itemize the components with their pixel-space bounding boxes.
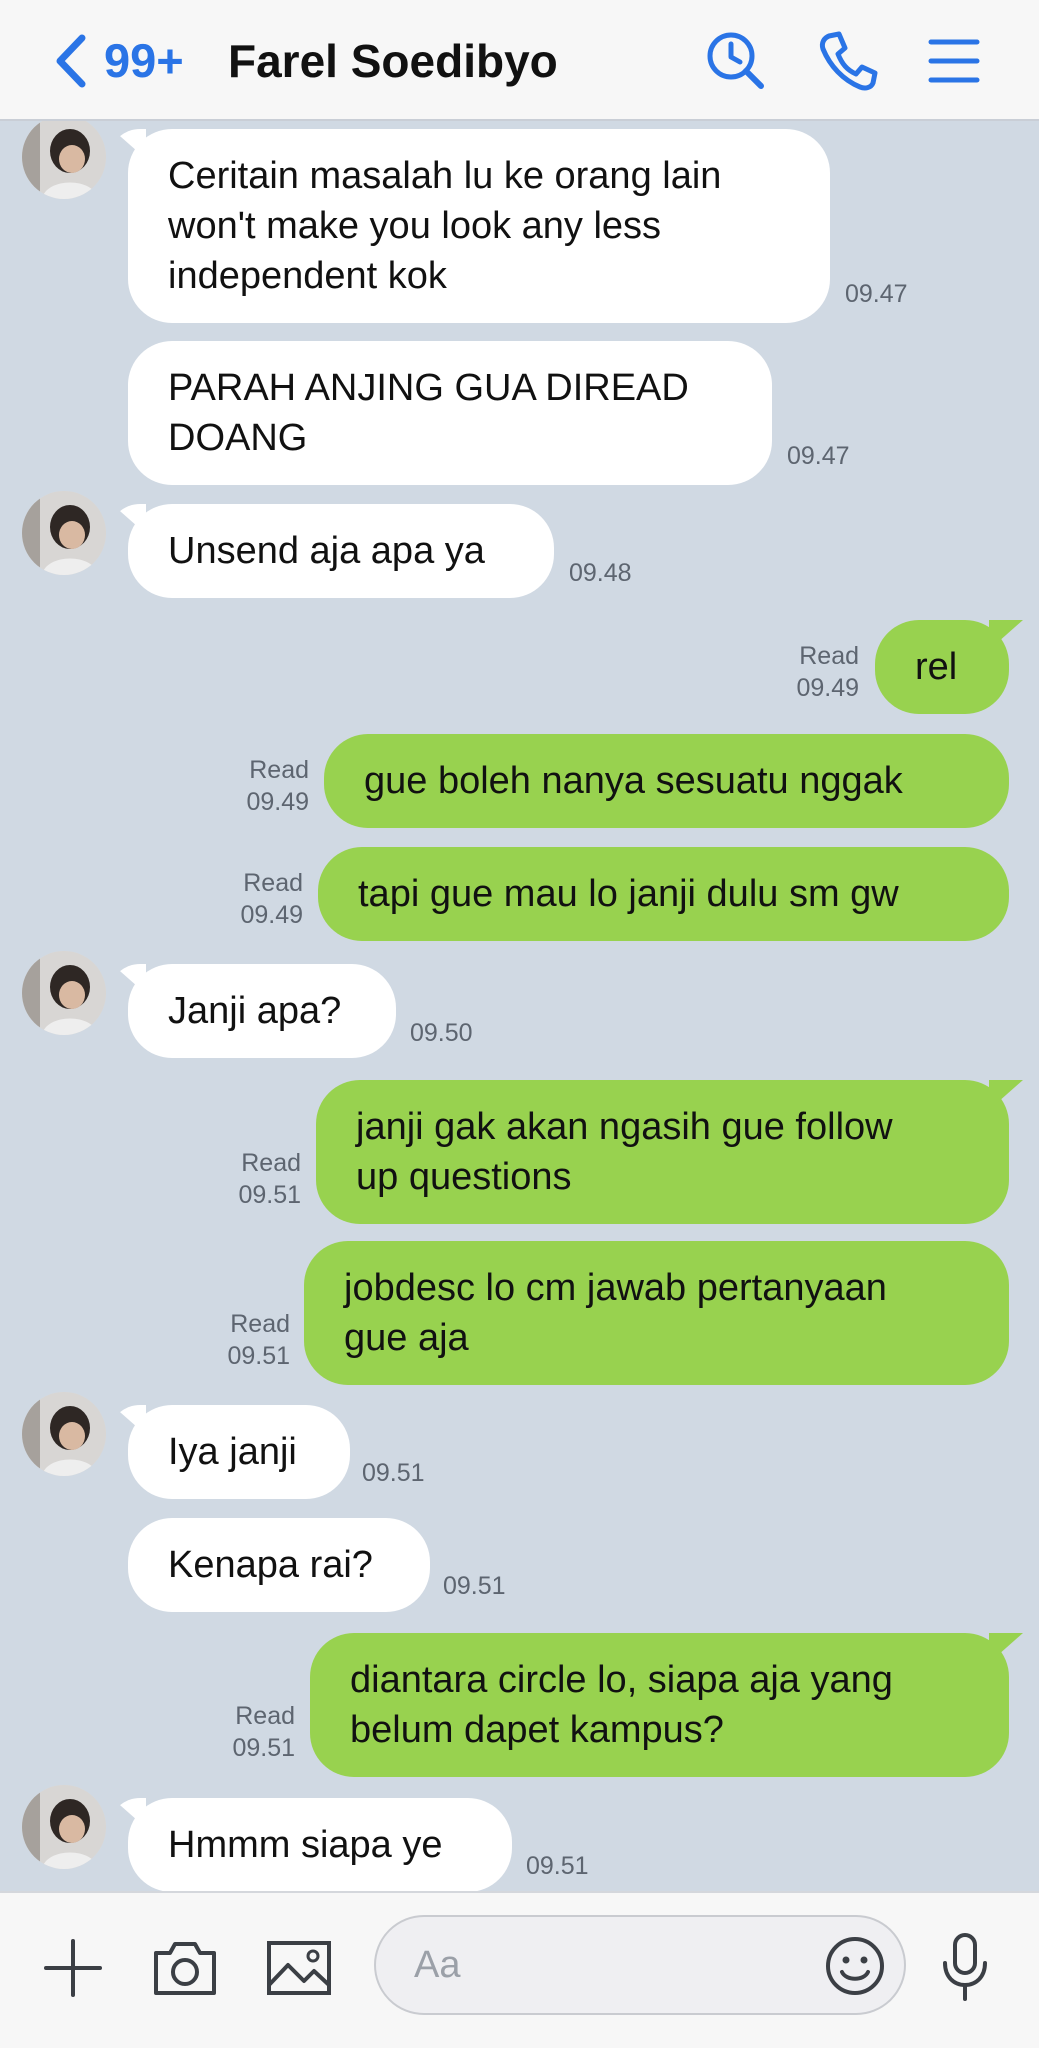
message-line: jobdesc lo cm jawab pertanyaan [344, 1267, 887, 1309]
message-line: up questions [356, 1156, 572, 1198]
message-bubble-outgoing[interactable]: gue boleh nanya sesuatu nggak [324, 734, 1009, 828]
read-receipt: Read 09.49 [240, 867, 303, 931]
message-time: 09.49 [240, 901, 303, 929]
avatar[interactable] [22, 951, 106, 1035]
message-line: diantara circle lo, siapa aja yang [350, 1659, 893, 1701]
message-line: Unsend aja apa ya [168, 530, 485, 572]
message-time: 09.51 [362, 1459, 425, 1487]
message-bubble-incoming[interactable]: Ceritain masalah lu ke orang lain won't … [128, 129, 830, 323]
read-status: Read [241, 1149, 301, 1177]
menu-icon[interactable] [921, 28, 987, 94]
message-time: 09.51 [526, 1852, 589, 1880]
avatar[interactable] [22, 121, 106, 199]
chat-header: 99+ Farel Soedibyo [0, 0, 1039, 121]
message-time: 09.51 [232, 1734, 295, 1762]
read-receipt: Read 09.51 [227, 1308, 290, 1372]
message-input-container[interactable] [374, 1915, 906, 2015]
search-icon[interactable] [703, 28, 769, 94]
message-time: 09.48 [569, 559, 632, 587]
message-line: PARAH ANJING GUA DIREAD [168, 367, 689, 409]
message-line: Hmmm siapa ye [168, 1824, 443, 1866]
read-status: Read [243, 869, 303, 897]
microphone-icon[interactable] [938, 1931, 992, 2003]
phone-icon[interactable] [815, 28, 881, 94]
message-line: won't make you look any less [168, 205, 662, 247]
read-receipt: Read 09.49 [796, 640, 859, 704]
message-line: independent kok [168, 255, 447, 297]
message-line: Janji apa? [168, 990, 342, 1032]
message-time: 09.51 [227, 1342, 290, 1370]
image-icon[interactable] [264, 1935, 334, 2001]
contact-name: Farel Soedibyo [228, 35, 558, 87]
message-line: Kenapa rai? [168, 1544, 373, 1586]
message-time: 09.47 [787, 442, 850, 470]
message-time: 09.51 [443, 1572, 506, 1600]
message-time: 09.50 [410, 1019, 473, 1047]
chevron-left-icon [56, 34, 86, 88]
avatar[interactable] [22, 1392, 106, 1476]
avatar[interactable] [22, 1785, 106, 1869]
message-line: belum dapet kampus? [350, 1709, 724, 1751]
back-button[interactable]: 99+ [50, 30, 184, 92]
message-bubble-incoming[interactable]: Janji apa? [128, 964, 396, 1058]
message-bubble-outgoing[interactable]: diantara circle lo, siapa aja yang belum… [310, 1633, 1009, 1777]
message-bubble-outgoing[interactable]: tapi gue mau lo janji dulu sm gw [318, 847, 1009, 941]
camera-icon[interactable] [150, 1935, 220, 2001]
message-bubble-incoming[interactable]: Unsend aja apa ya [128, 504, 554, 598]
message-bubble-outgoing[interactable]: janji gak akan ngasih gue follow up ques… [316, 1080, 1009, 1224]
message-line: Ceritain masalah lu ke orang lain [168, 155, 722, 197]
unread-count: 99+ [104, 34, 184, 87]
read-status: Read [235, 1702, 295, 1730]
message-time: 09.49 [246, 788, 309, 816]
message-list[interactable]: Ceritain masalah lu ke orang lain won't … [0, 121, 1039, 1891]
message-bubble-incoming[interactable]: Hmmm siapa ye [128, 1798, 512, 1891]
message-line: tapi gue mau lo janji dulu sm gw [358, 873, 899, 915]
read-receipt: Read 09.49 [246, 754, 309, 818]
message-composer [0, 1891, 1039, 2048]
message-bubble-incoming[interactable]: PARAH ANJING GUA DIREAD DOANG [128, 341, 772, 485]
read-status: Read [799, 642, 859, 670]
message-input[interactable] [414, 1939, 834, 1991]
message-line: rel [915, 646, 958, 688]
message-bubble-outgoing[interactable]: jobdesc lo cm jawab pertanyaan gue aja [304, 1241, 1009, 1385]
message-bubble-incoming[interactable]: Kenapa rai? [128, 1518, 430, 1612]
message-line: gue boleh nanya sesuatu nggak [364, 760, 903, 802]
message-bubble-outgoing[interactable]: rel [875, 620, 1009, 714]
emoji-icon[interactable] [824, 1935, 886, 1997]
message-time: 09.49 [796, 674, 859, 702]
message-time: 09.51 [238, 1181, 301, 1209]
message-line: Iya janji [168, 1431, 297, 1473]
message-time: 09.47 [845, 280, 908, 308]
message-line: DOANG [168, 417, 308, 459]
read-status: Read [249, 756, 309, 784]
read-receipt: Read 09.51 [232, 1700, 295, 1764]
read-status: Read [230, 1310, 290, 1338]
message-bubble-incoming[interactable]: Iya janji [128, 1405, 350, 1499]
plus-icon[interactable] [40, 1935, 106, 2001]
read-receipt: Read 09.51 [238, 1147, 301, 1211]
avatar[interactable] [22, 491, 106, 575]
message-line: gue aja [344, 1317, 469, 1359]
message-line: janji gak akan ngasih gue follow [356, 1106, 893, 1148]
